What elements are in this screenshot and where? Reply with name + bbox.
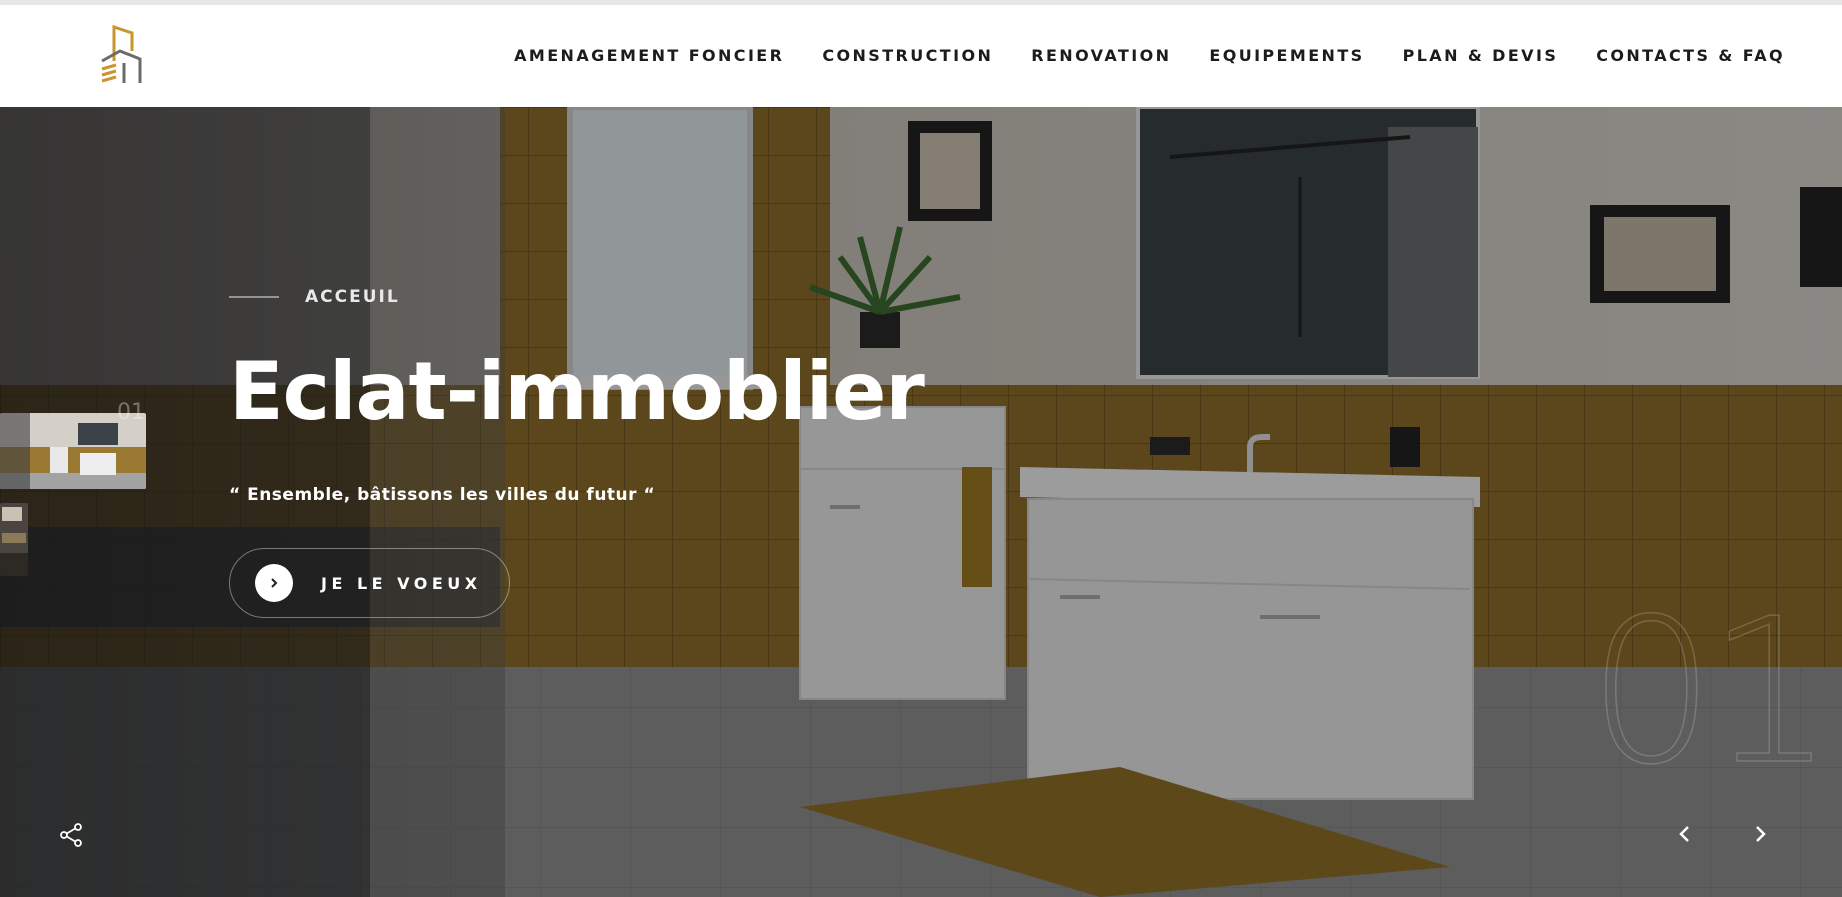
hero-eyebrow: ACCEUIL (229, 287, 400, 307)
slide-thumbnail-2[interactable] (0, 503, 28, 576)
eyebrow-label: ACCEUIL (305, 287, 400, 307)
eyebrow-divider (229, 296, 279, 298)
nav-renovation[interactable]: RENOVATION (1031, 46, 1171, 65)
nav-contacts-faq[interactable]: CONTACTS & FAQ (1596, 46, 1785, 65)
chevron-right-icon[interactable] (1745, 819, 1775, 849)
hero-tagline: “ Ensemble, bâtissons les villes du futu… (229, 485, 656, 505)
main-nav: AMENAGEMENT FONCIER CONSTRUCTION RENOVAT… (476, 5, 1785, 105)
chevron-left-icon[interactable] (1670, 819, 1700, 849)
hero-title: Eclat-immoblier (229, 345, 925, 438)
nav-equipements[interactable]: EQUIPEMENTS (1209, 46, 1364, 65)
site-header: AMENAGEMENT FONCIER CONSTRUCTION RENOVAT… (0, 5, 1842, 107)
slide-number: 01 (1587, 576, 1835, 809)
hero-slider: 01 ACCEUIL Eclat-immoblier “ Ensemble, b… (0, 107, 1842, 897)
chevron-right-icon (255, 564, 293, 602)
share-icon[interactable] (58, 822, 84, 848)
cta-button[interactable]: JE LE VOEUX (229, 548, 510, 618)
nav-construction[interactable]: CONSTRUCTION (822, 46, 993, 65)
nav-plan-devis[interactable]: PLAN & DEVIS (1403, 46, 1559, 65)
thumbnail-slide-number: 01 (117, 400, 145, 425)
cta-label: JE LE VOEUX (321, 573, 482, 593)
nav-amenagement-foncier[interactable]: AMENAGEMENT FONCIER (514, 46, 784, 65)
building-logo[interactable] (96, 21, 148, 87)
